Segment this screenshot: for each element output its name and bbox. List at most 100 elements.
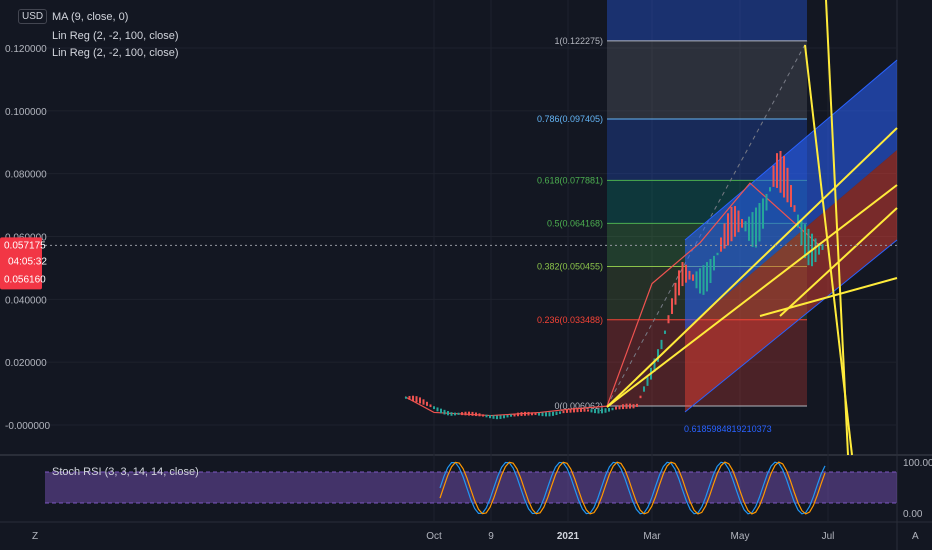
price-candle (776, 153, 778, 188)
time-axis-label: Mar (643, 531, 661, 542)
price-candle (814, 238, 817, 263)
price-candle (541, 412, 544, 417)
price-candle (692, 274, 694, 281)
price-candle (440, 408, 442, 414)
price-candle (405, 396, 407, 399)
fib-level-label: 0.382(0.050455) (537, 261, 603, 271)
price-candle (506, 414, 509, 418)
price-candle (475, 412, 477, 417)
price-candle (741, 219, 743, 228)
price-candle (744, 221, 747, 232)
price-candle (783, 155, 785, 198)
price-candle (685, 264, 687, 283)
price-candle (723, 223, 726, 249)
currency-badge[interactable]: USD (18, 9, 48, 24)
time-axis-label: Jul (822, 531, 835, 542)
price-candle (566, 409, 568, 413)
price-candle (807, 228, 810, 266)
price-candle (545, 412, 547, 417)
price-candle (709, 258, 712, 284)
fib-level-label: 0.236(0.033488) (537, 315, 603, 325)
price-candle (461, 412, 463, 416)
indicator-ma[interactable]: MA (9, close, 0) (52, 10, 128, 25)
price-candle (713, 255, 715, 271)
price-candle (496, 415, 498, 420)
price-candle (660, 339, 663, 350)
price-candle (499, 415, 502, 419)
price-candle (597, 408, 600, 414)
countdown-label: 04:05:32 (8, 256, 47, 267)
price-candle (443, 409, 446, 415)
indicator-linreg-1[interactable]: Lin Reg (2, -2, 100, close) (52, 29, 179, 44)
price-candle (573, 407, 575, 413)
price-candle (674, 282, 677, 305)
price-candle (797, 214, 799, 228)
stoch-scale-bottom: 0.00 (903, 509, 923, 520)
price-candle (464, 411, 467, 416)
price-candle (538, 412, 540, 416)
linreg-pearson-label: 0.6185984819210373 (684, 424, 772, 434)
price-candle (468, 411, 470, 416)
fib-level-label: 0.618(0.077881) (537, 175, 603, 185)
price-candle (667, 315, 670, 324)
time-axis-label: 2021 (557, 531, 580, 542)
price-candle (436, 407, 439, 412)
price-candle (408, 395, 411, 400)
price-candle (702, 265, 705, 295)
price-candle (503, 415, 505, 419)
price-candle (706, 262, 708, 292)
auto-scale-button: A (912, 531, 919, 542)
price-candle (569, 408, 572, 413)
price-candle (671, 298, 673, 314)
price-candle (482, 414, 484, 417)
price-candle (510, 414, 512, 417)
price-candle (415, 396, 418, 403)
price-candle (531, 412, 533, 416)
price-candle (534, 412, 537, 416)
price-tick-label: 0.020000 (5, 358, 47, 369)
price-candle (772, 165, 775, 187)
price-candle (590, 409, 593, 413)
price-candle (471, 411, 474, 416)
price-candle (492, 415, 495, 419)
price-candle (769, 187, 771, 192)
price-candle (695, 271, 698, 289)
price-candle (447, 411, 449, 416)
price-candle (793, 205, 796, 212)
price-candle (517, 412, 519, 417)
chart-window: 1(0.122275) 0.786(0.097405) 0.618(0.077881… (0, 0, 932, 550)
second-price-label: 0.056160 (4, 274, 46, 285)
price-candle (734, 206, 736, 237)
price-candle (555, 411, 558, 416)
price-candle (419, 397, 421, 404)
price-tick-label: 0.080000 (5, 170, 47, 181)
fib-level-label: 0.786(0.097405) (537, 114, 603, 124)
indicator-linreg-2[interactable]: Lin Reg (2, -2, 100, close) (52, 46, 179, 61)
stoch-rsi-label[interactable]: Stoch RSI (3, 3, 14, 14, close) (52, 465, 199, 480)
price-candle (489, 415, 491, 419)
price-candle (688, 270, 691, 280)
current-price-label: 0.057175 (4, 240, 46, 251)
price-candle (720, 237, 722, 252)
price-candle (426, 401, 428, 406)
price-candle (800, 219, 803, 246)
price-candle (601, 408, 603, 414)
price-candle (786, 167, 789, 203)
price-candle (429, 404, 432, 408)
price-candle (513, 413, 516, 417)
price-candle (520, 412, 523, 416)
price-candle (454, 412, 456, 416)
price-candle (618, 405, 621, 410)
price-candle (524, 411, 526, 416)
price-candle (433, 406, 435, 410)
price-candle (737, 210, 740, 233)
price-candle (678, 270, 680, 296)
price-tick-label: 0.100000 (5, 107, 47, 118)
price-candle (751, 212, 754, 247)
price-candle (562, 410, 565, 414)
fib-extension-area (607, 0, 807, 41)
price-candle (527, 411, 530, 416)
price-candle (664, 330, 666, 334)
price-candle (755, 207, 757, 248)
price-candle (611, 407, 614, 411)
